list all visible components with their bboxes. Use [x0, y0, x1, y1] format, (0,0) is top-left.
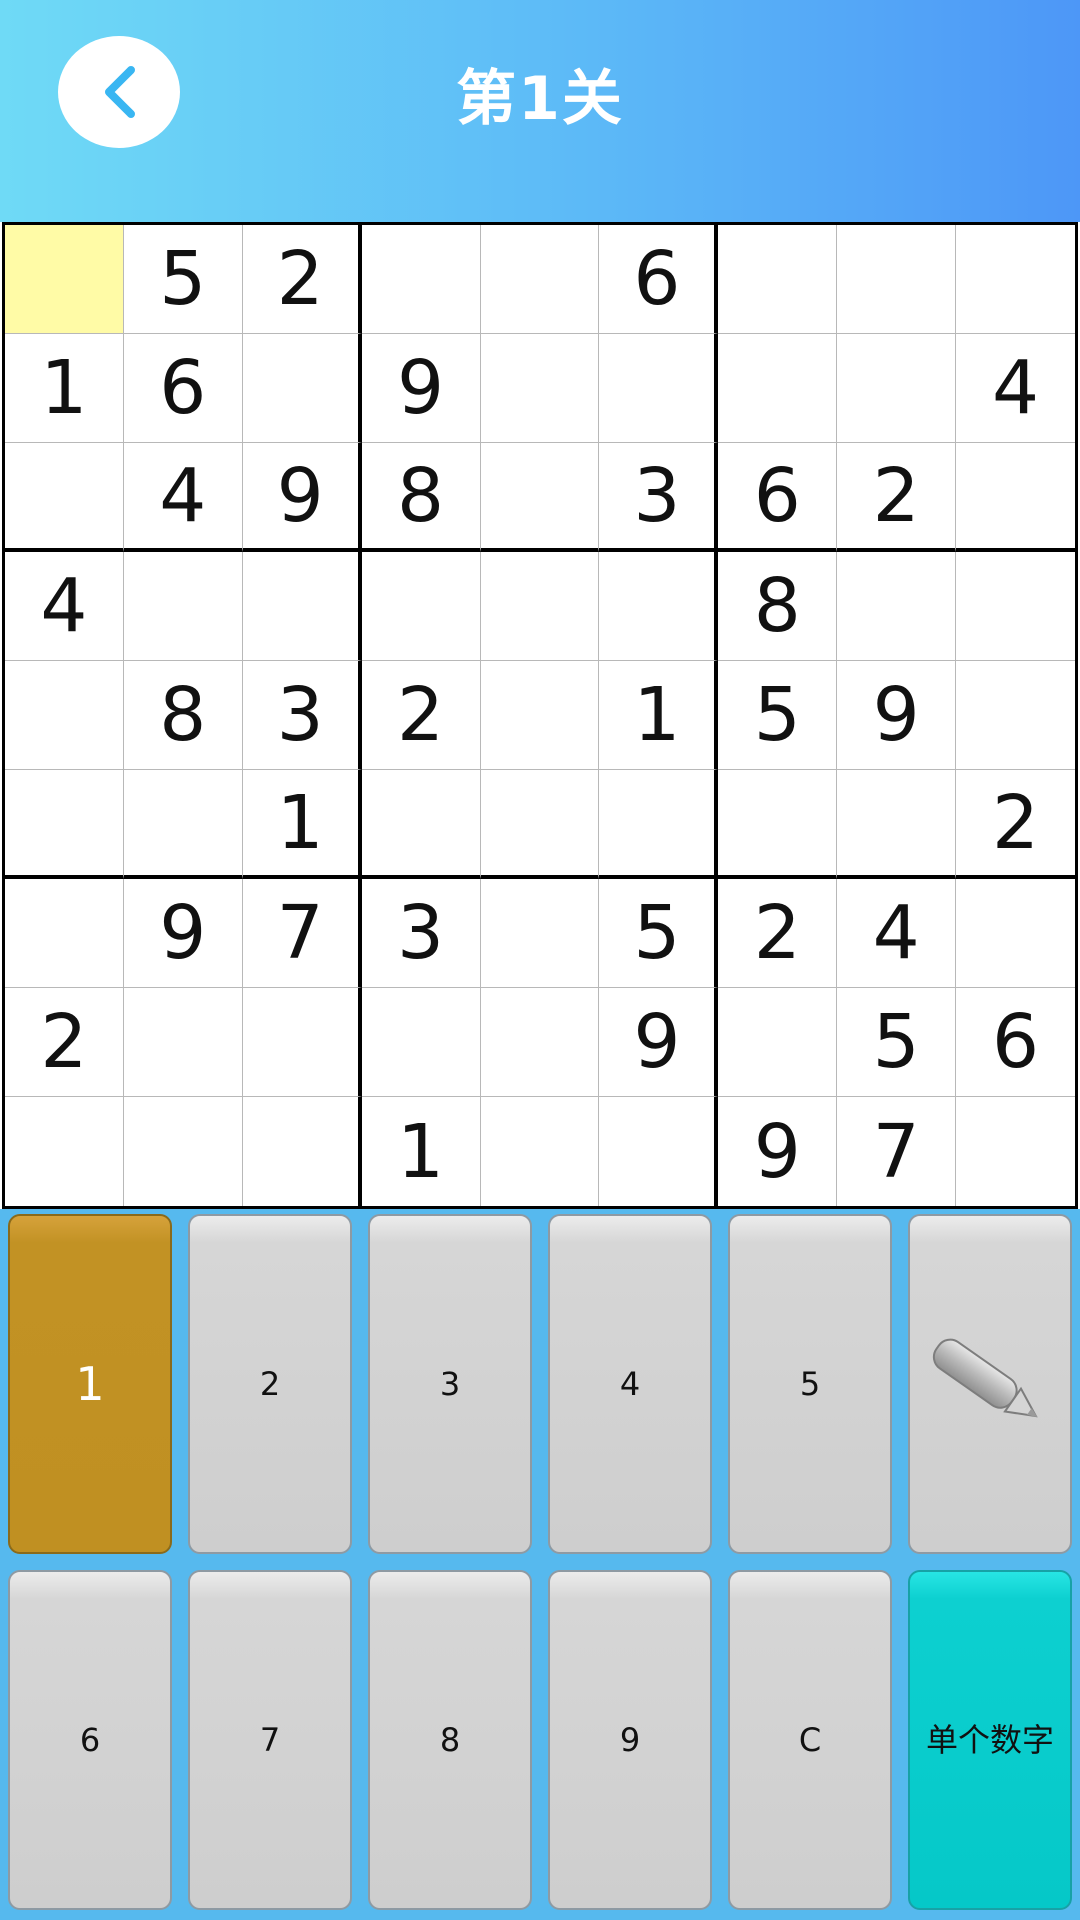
sudoku-board: 526169449836248832159129735242956197: [2, 222, 1078, 1209]
sudoku-cell-r1-c3[interactable]: 2: [242, 225, 362, 334]
sudoku-cell-r6-c7[interactable]: [718, 770, 838, 879]
sudoku-cell-r9-c2[interactable]: [124, 1097, 243, 1206]
sudoku-cell-r2-c3[interactable]: [242, 334, 362, 443]
sudoku-cell-r4-c3[interactable]: [242, 552, 362, 661]
sudoku-cell-r3-c1[interactable]: [5, 443, 124, 552]
key-7[interactable]: 7: [188, 1570, 352, 1910]
sudoku-cell-r4-c9[interactable]: [956, 552, 1075, 661]
sudoku-cell-r7-c6[interactable]: 5: [599, 879, 719, 988]
sudoku-cell-r6-c5[interactable]: [480, 770, 600, 879]
key-4[interactable]: 4: [548, 1214, 712, 1554]
key-5[interactable]: 5: [728, 1214, 892, 1554]
key-3[interactable]: 3: [368, 1214, 532, 1554]
sudoku-cell-r6-c1[interactable]: [5, 770, 124, 879]
key-9[interactable]: 9: [548, 1570, 712, 1910]
sudoku-cell-r3-c5[interactable]: [480, 443, 600, 552]
sudoku-cell-r4-c8[interactable]: [837, 552, 957, 661]
sudoku-cell-r5-c4[interactable]: 2: [361, 661, 481, 770]
key-2[interactable]: 2: [188, 1214, 352, 1554]
sudoku-cell-r7-c3[interactable]: 7: [242, 879, 362, 988]
sudoku-cell-r5-c6[interactable]: 1: [599, 661, 719, 770]
sudoku-cell-r6-c4[interactable]: [361, 770, 481, 879]
sudoku-cell-r7-c1[interactable]: [5, 879, 124, 988]
sudoku-cell-r5-c7[interactable]: 5: [718, 661, 838, 770]
sudoku-cell-r8-c4[interactable]: [361, 988, 481, 1097]
sudoku-cell-r3-c7[interactable]: 6: [718, 443, 838, 552]
sudoku-cell-r9-c5[interactable]: [481, 1097, 600, 1206]
sudoku-cell-r3-c4[interactable]: 8: [361, 443, 481, 552]
sudoku-cell-r6-c6[interactable]: [599, 770, 719, 879]
sudoku-cell-r5-c5[interactable]: [480, 661, 600, 770]
sudoku-cell-r2-c6[interactable]: [599, 334, 719, 443]
sudoku-cell-r8-c3[interactable]: [242, 988, 362, 1097]
sudoku-cell-r8-c9[interactable]: 6: [956, 988, 1075, 1097]
sudoku-cell-r6-c3[interactable]: 1: [242, 770, 362, 879]
header-bar: 第1关: [0, 0, 1080, 222]
sudoku-cell-r7-c7[interactable]: 2: [718, 879, 838, 988]
sudoku-cell-r4-c4[interactable]: [361, 552, 481, 661]
sudoku-cell-r1-c8[interactable]: [837, 225, 957, 334]
pencil-icon: [932, 1338, 1038, 1418]
pencil-button[interactable]: [908, 1214, 1072, 1554]
single-number-mode-button[interactable]: 单个数字: [908, 1570, 1072, 1910]
sudoku-cell-r2-c8[interactable]: [837, 334, 957, 443]
sudoku-cell-r9-c3[interactable]: [243, 1097, 362, 1206]
sudoku-cell-r9-c6[interactable]: [599, 1097, 719, 1206]
sudoku-cell-r8-c2[interactable]: [123, 988, 243, 1097]
sudoku-cell-r9-c4[interactable]: 1: [362, 1097, 481, 1206]
sudoku-cell-r8-c5[interactable]: [480, 988, 600, 1097]
key-8[interactable]: 8: [368, 1570, 532, 1910]
sudoku-cell-r2-c1[interactable]: 1: [5, 334, 124, 443]
sudoku-cell-r1-c1[interactable]: [5, 225, 124, 334]
sudoku-cell-r4-c5[interactable]: [480, 552, 600, 661]
sudoku-cell-r3-c6[interactable]: 3: [599, 443, 719, 552]
sudoku-cell-r7-c5[interactable]: [480, 879, 600, 988]
key-6[interactable]: 6: [8, 1570, 172, 1910]
sudoku-cell-r4-c1[interactable]: 4: [5, 552, 124, 661]
sudoku-cell-r1-c5[interactable]: [480, 225, 600, 334]
sudoku-cell-r2-c5[interactable]: [480, 334, 600, 443]
sudoku-cell-r3-c3[interactable]: 9: [242, 443, 362, 552]
sudoku-cell-r1-c6[interactable]: 6: [599, 225, 719, 334]
sudoku-cell-r8-c7[interactable]: [718, 988, 838, 1097]
sudoku-cell-r6-c9[interactable]: 2: [956, 770, 1075, 879]
sudoku-cell-r4-c6[interactable]: [599, 552, 719, 661]
sudoku-cell-r8-c8[interactable]: 5: [837, 988, 957, 1097]
sudoku-cell-r2-c9[interactable]: 4: [956, 334, 1075, 443]
sudoku-cell-r7-c8[interactable]: 4: [837, 879, 957, 988]
clear-button[interactable]: C: [728, 1570, 892, 1910]
sudoku-cell-r2-c4[interactable]: 9: [361, 334, 481, 443]
sudoku-cell-r1-c7[interactable]: [718, 225, 838, 334]
sudoku-cell-r9-c7[interactable]: 9: [718, 1097, 838, 1206]
sudoku-cell-r4-c2[interactable]: [123, 552, 243, 661]
sudoku-cell-r1-c4[interactable]: [361, 225, 481, 334]
sudoku-cell-r8-c6[interactable]: 9: [599, 988, 719, 1097]
sudoku-cell-r7-c4[interactable]: 3: [361, 879, 481, 988]
sudoku-cell-r3-c2[interactable]: 4: [123, 443, 243, 552]
sudoku-cell-r9-c8[interactable]: 7: [837, 1097, 957, 1206]
sudoku-cell-r1-c2[interactable]: 5: [123, 225, 243, 334]
sudoku-cell-r5-c8[interactable]: 9: [837, 661, 957, 770]
sudoku-cell-r6-c2[interactable]: [123, 770, 243, 879]
sudoku-cell-r5-c2[interactable]: 8: [123, 661, 243, 770]
sudoku-cell-r9-c1[interactable]: [5, 1097, 124, 1206]
sudoku-cell-r5-c3[interactable]: 3: [242, 661, 362, 770]
sudoku-cell-r7-c2[interactable]: 9: [123, 879, 243, 988]
sudoku-cell-r2-c7[interactable]: [718, 334, 838, 443]
sudoku-cell-r8-c1[interactable]: 2: [5, 988, 124, 1097]
sudoku-cell-r5-c9[interactable]: [956, 661, 1075, 770]
key-1[interactable]: 1: [8, 1214, 172, 1554]
sudoku-cell-r3-c8[interactable]: 2: [837, 443, 957, 552]
sudoku-cell-r2-c2[interactable]: 6: [123, 334, 243, 443]
sudoku-cell-r9-c9[interactable]: [956, 1097, 1075, 1206]
page-title: 第1关: [456, 63, 624, 134]
sudoku-cell-r4-c7[interactable]: 8: [718, 552, 838, 661]
sudoku-cell-r6-c8[interactable]: [837, 770, 957, 879]
number-keypad: 1 2 3 4 5 6 7 8 9 C 单个数字: [0, 1209, 1080, 1920]
sudoku-cell-r1-c9[interactable]: [956, 225, 1075, 334]
sudoku-cell-r7-c9[interactable]: [956, 879, 1075, 988]
sudoku-cell-r3-c9[interactable]: [956, 443, 1075, 552]
sudoku-cell-r5-c1[interactable]: [5, 661, 124, 770]
